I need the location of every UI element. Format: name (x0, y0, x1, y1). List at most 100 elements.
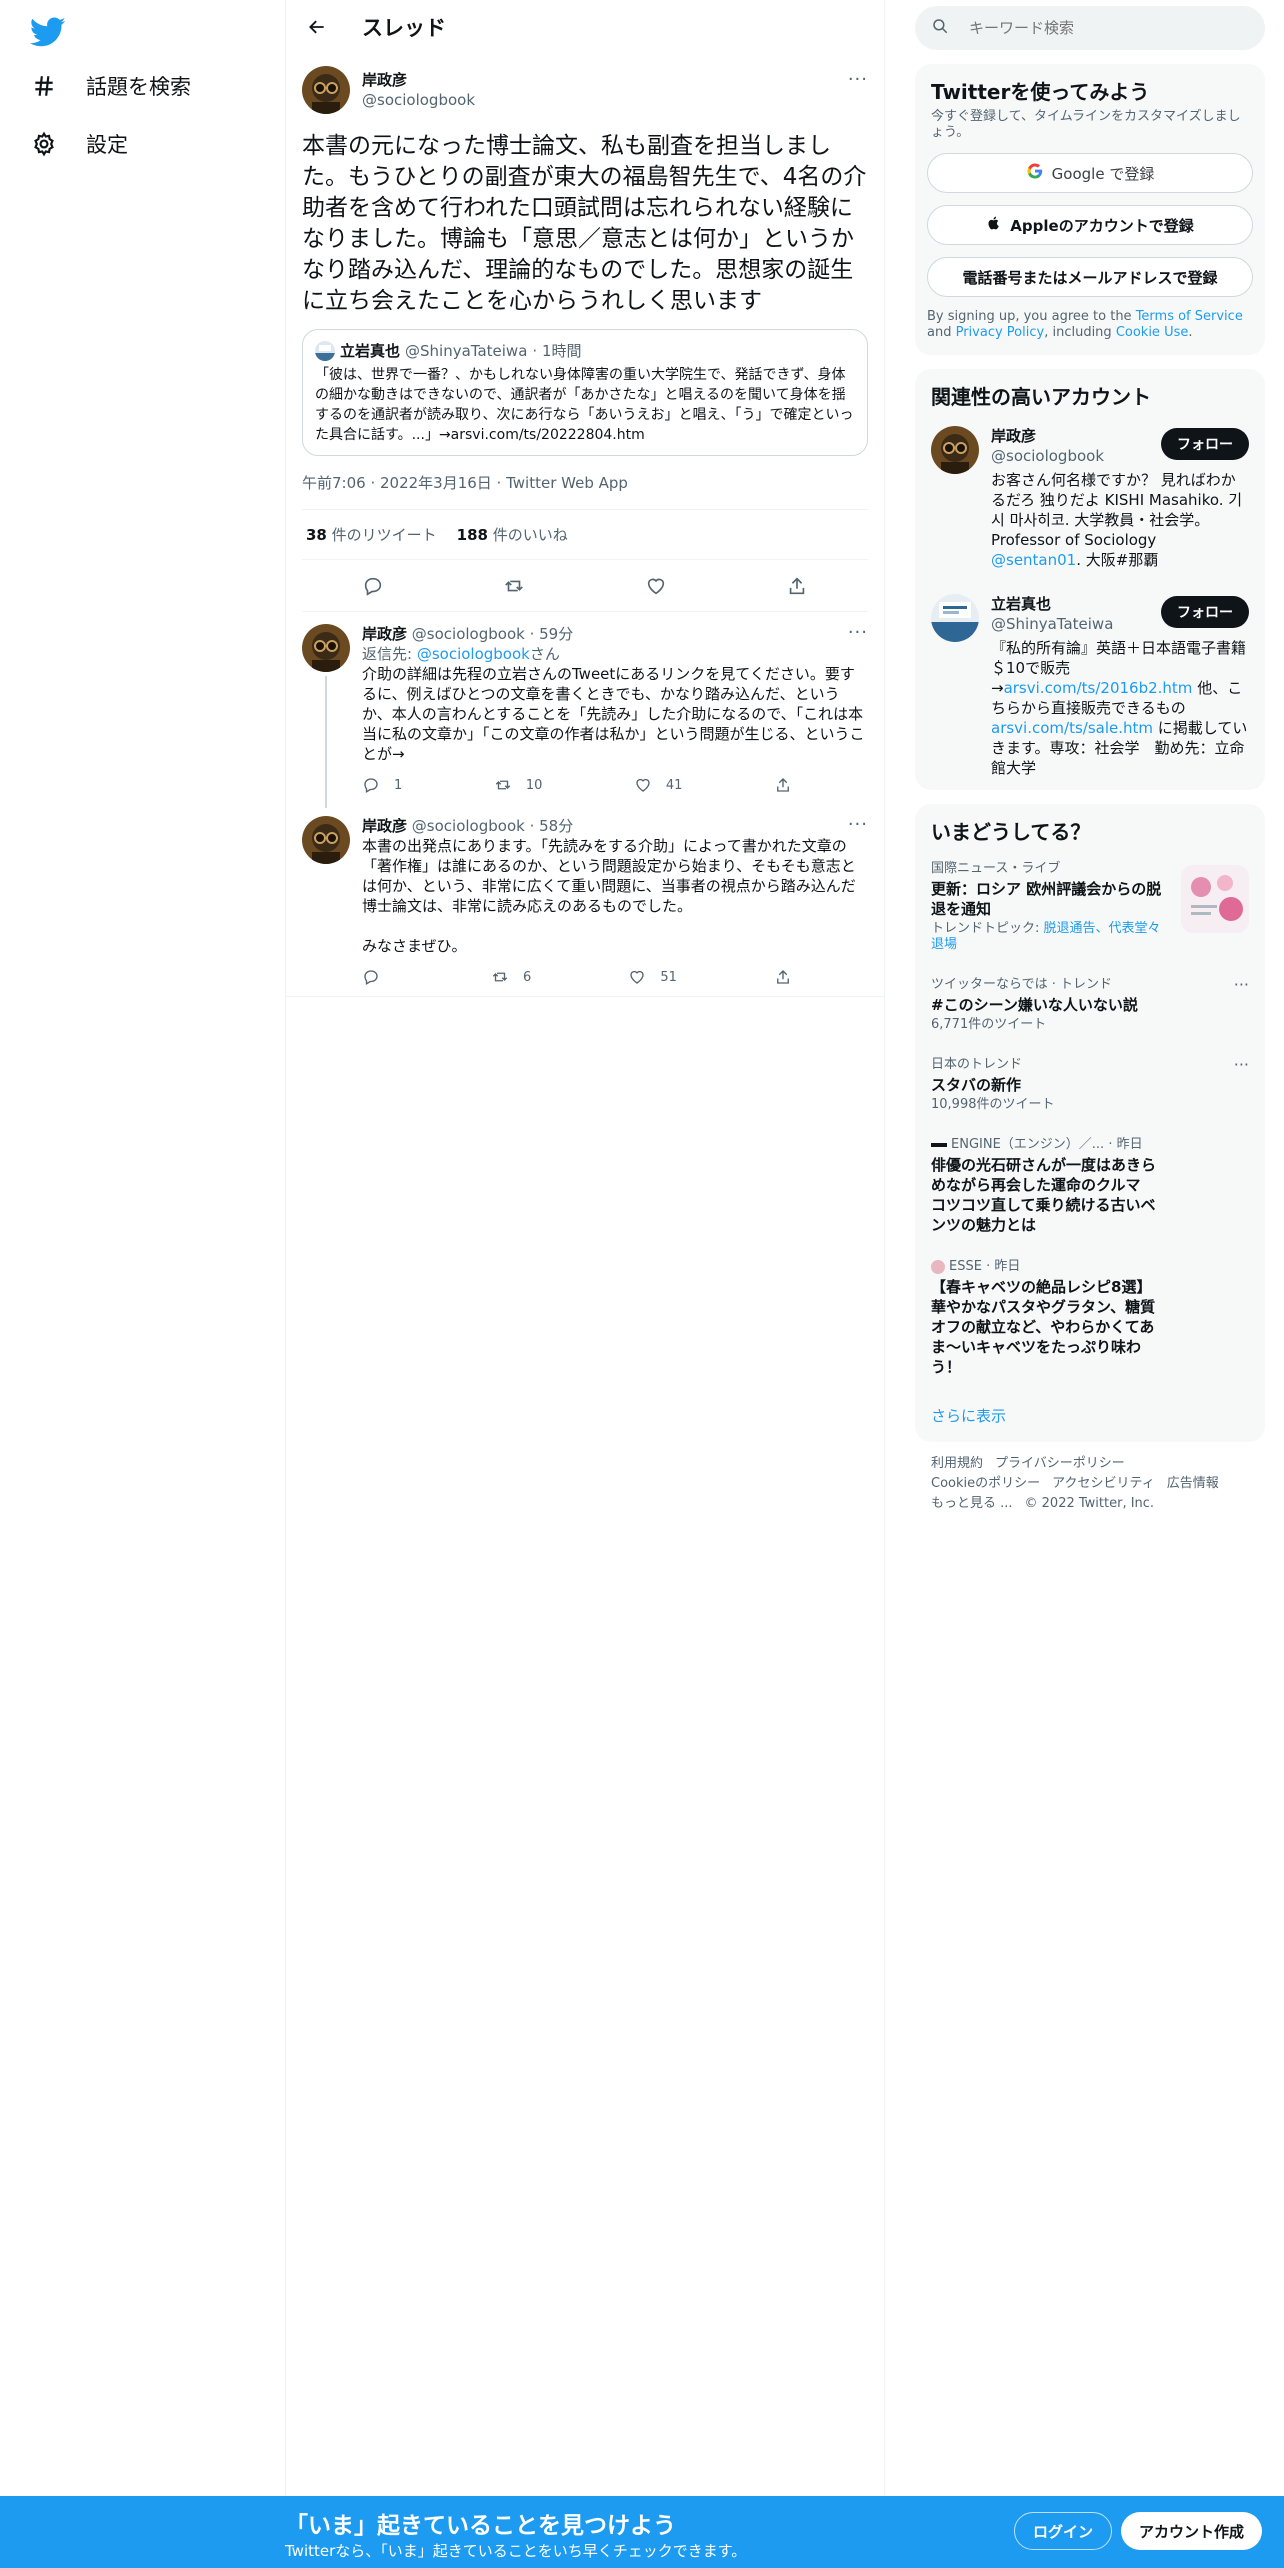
login-button[interactable]: ログイン (1014, 2512, 1113, 2550)
reply-time[interactable]: · 58分 (530, 817, 574, 835)
reply-time[interactable]: · 59分 (530, 625, 574, 643)
trends-title: いまどうしてる？ (931, 820, 1091, 844)
trend-item[interactable]: ツイッターならでは · トレンド #このシーン嫌いな人いない説 6,771件のツ… (915, 965, 1265, 1045)
trend-title: 俳優の光石研さんが一度はあきらめながら再会した運命のクルマ コツコツ直して乗り続… (931, 1156, 1157, 1234)
google-signup-button[interactable]: Google で登録 (927, 153, 1253, 193)
like-icon[interactable] (638, 568, 674, 604)
retweet-count: 6 (523, 969, 532, 985)
source-avatar-icon (931, 1259, 945, 1274)
footer-link[interactable]: アクセシビリティ (1052, 1476, 1155, 1491)
apple-icon (986, 214, 1002, 236)
signup-banner: 「いま」起きていることを見つけよう Twitterなら、「いま」起きていることを… (0, 2496, 1284, 2568)
tweet-author[interactable]: 岸政彦 @sociologbook ··· (302, 65, 868, 115)
search-bar[interactable] (915, 6, 1265, 50)
reply-text: 介助の詳細は先程の立岩さんのTweetにあるリンクを見てください。要するに、例え… (362, 665, 865, 763)
apple-signup-button[interactable]: Appleのアカウントで登録 (927, 205, 1253, 245)
bio-link[interactable]: arsvi.com/ts/2016b2.htm (1004, 679, 1193, 697)
reply-text: 本書の出発点にあります。「先読みをする介助」によって書かれた文章の「著作権」は誰… (362, 837, 856, 955)
reply-icon[interactable] (355, 568, 391, 604)
likes-stat[interactable]: 188 件のいいね (457, 524, 568, 545)
more-options-icon[interactable]: ··· (848, 69, 868, 90)
more-options-icon[interactable]: ··· (1234, 975, 1249, 994)
copyright: © 2022 Twitter, Inc. (1024, 1496, 1155, 1511)
retweet-button[interactable]: 6 (491, 968, 531, 986)
tweet-text: 本書の元になった博士論文、私も副査を担当しました。もうひとりの副査が東大の福島智… (302, 133, 867, 314)
trend-context: 日本のトレンド (931, 1057, 1023, 1072)
privacy-link[interactable]: Privacy Policy (956, 325, 1045, 340)
trend-item[interactable]: 日本のトレンド スタバの新作 10,998件のツイート ··· (915, 1045, 1265, 1125)
reply-button[interactable]: 1 (362, 776, 402, 794)
quoted-author-handle: @ShinyaTateiwa (405, 341, 528, 360)
reply-author-name[interactable]: 岸政彦 (362, 817, 407, 835)
banner-headline: 「いま」起きていることを見つけよう (285, 2513, 676, 2539)
like-button[interactable]: 51 (628, 968, 677, 986)
reply-author-name[interactable]: 岸政彦 (362, 625, 407, 643)
account-bio: お客さん何名様ですか？ 見ればわかるだろ 独りだよ KISHI Masahiko… (991, 471, 1243, 569)
retweet-count: 10 (525, 777, 543, 793)
avatar (315, 340, 335, 361)
reply-to-link[interactable]: @sociologbook (417, 645, 530, 663)
avatar[interactable] (302, 816, 350, 864)
main-tweet: 岸政彦 @sociologbook ··· 本書の元になった博士論文、私も副査を… (286, 53, 884, 612)
avatar[interactable] (302, 66, 350, 114)
nav-explore-label: 話題を検索 (86, 75, 191, 99)
trend-item[interactable]: ESSE · 昨日 【春キャベツの絶品レシピ8選】華やかなパスタやグラタン、糖質… (915, 1247, 1265, 1389)
bio-link[interactable]: arsvi.com/ts/sale.htm (991, 719, 1153, 737)
more-options-icon[interactable]: ··· (1234, 1055, 1249, 1074)
show-more-link[interactable]: さらに表示 (915, 1389, 1265, 1442)
footer-link[interactable]: 広告情報 (1167, 1476, 1219, 1491)
retweet-icon (492, 972, 508, 982)
footer-link[interactable]: Cookieのポリシー (931, 1476, 1040, 1491)
author-handle: @sociologbook (362, 91, 476, 109)
footer-more-link[interactable]: もっと見る ... (931, 1496, 1013, 1511)
reply-count: 1 (394, 777, 403, 793)
back-arrow-icon[interactable] (302, 12, 332, 42)
reply-button[interactable] (362, 968, 394, 986)
more-options-icon[interactable]: ··· (848, 622, 868, 643)
trend-context: ENGINE（エンジン）／... · 昨日 (931, 1137, 1249, 1153)
avatar[interactable] (931, 426, 979, 474)
nav-settings[interactable]: 設定 (30, 122, 128, 166)
retweets-stat[interactable]: 38 件のリツイート (306, 524, 437, 545)
right-sidebar: Twitterを使ってみよう 今すぐ登録して、タイムラインをカスタマイズしましょ… (915, 0, 1265, 1526)
quoted-tweet[interactable]: 立岩真也 @ShinyaTateiwa · 1時間 「彼は、世界で一番？、かもし… (302, 329, 868, 456)
reply-tweet[interactable]: 岸政彦 @sociologbook · 59分 ··· 返信先: @sociol… (286, 612, 884, 808)
trend-thumbnail (1181, 865, 1249, 933)
avatar[interactable] (302, 624, 350, 672)
footer-link[interactable]: プライバシーポリシー (995, 1456, 1125, 1471)
follow-button[interactable]: フォロー (1161, 596, 1249, 628)
footer-links: 利用規約 プライバシーポリシー Cookieのポリシー アクセシビリティ 広告情報 も… (915, 1442, 1265, 1526)
like-icon (636, 778, 650, 792)
retweet-icon (495, 780, 511, 790)
share-icon[interactable] (779, 568, 815, 604)
trends-card: いまどうしてる？ 国際ニュース・ライブ 更新：ロシア 欧州評議会からの脱退を通知… (915, 804, 1265, 1442)
like-button[interactable]: 41 (634, 776, 682, 794)
twitter-logo-icon[interactable] (29, 14, 66, 50)
reply-tweet[interactable]: 岸政彦 @sociologbook · 58分 ··· 本書の出発点にあります。… (286, 804, 884, 997)
account-item[interactable]: 立岩真也 @ShinyaTateiwa 『私的所有論』英語＋日本語電子書籍＄10… (915, 582, 1265, 790)
signup-button[interactable]: アカウント作成 (1121, 2512, 1263, 2550)
share-button[interactable] (774, 968, 792, 986)
more-options-icon[interactable]: ··· (848, 814, 868, 835)
thread-column: スレッド 岸政彦 @sociologbook ··· 本書の元になった博士論文、… (285, 0, 885, 2500)
share-button[interactable] (774, 776, 792, 794)
search-input[interactable] (969, 19, 1249, 37)
trend-item[interactable]: ENGINE（エンジン）／... · 昨日 俳優の光石研さんが一度はあきらめなが… (915, 1125, 1265, 1247)
bio-link[interactable]: @sentan01 (991, 551, 1076, 569)
signup-legal: By signing up, you agree to the Terms of… (927, 309, 1243, 340)
phone-email-signup-button[interactable]: 電話番号またはメールアドレスで登録 (927, 257, 1253, 297)
nav-explore[interactable]: 話題を検索 (30, 64, 191, 108)
trend-item[interactable]: 国際ニュース・ライブ 更新：ロシア 欧州評議会からの脱退を通知 トレンドトピック… (915, 849, 1265, 965)
trend-title: #このシーン嫌いな人いない説 (931, 996, 1138, 1014)
retweet-button[interactable]: 10 (494, 776, 543, 794)
terms-link[interactable]: Terms of Service (1136, 309, 1243, 324)
tweet-timestamp[interactable]: 午前7:06 · 2022年3月16日 · Twitter Web App (302, 456, 868, 510)
account-item[interactable]: 岸政彦 @sociologbook お客さん何名様ですか？ 見ればわかるだろ 独… (915, 414, 1265, 582)
follow-button[interactable]: フォロー (1161, 428, 1249, 460)
trend-stat: 6,771件のツイート (931, 1017, 1047, 1032)
cookie-link[interactable]: Cookie Use (1116, 325, 1189, 340)
retweet-icon[interactable] (496, 568, 532, 604)
like-count: 51 (660, 969, 677, 985)
footer-link[interactable]: 利用規約 (931, 1456, 983, 1471)
avatar[interactable] (931, 594, 979, 642)
